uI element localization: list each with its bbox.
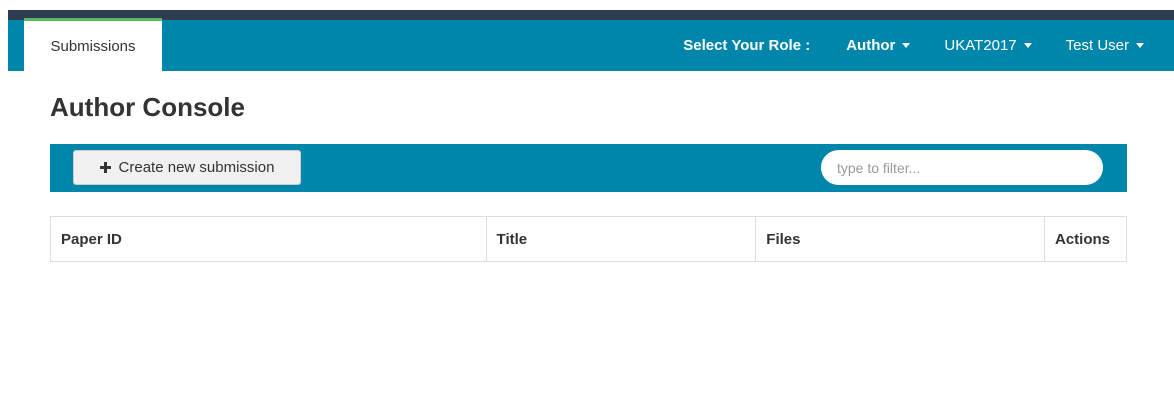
column-header-paper-id[interactable]: Paper ID [50, 216, 487, 262]
page: Submissions Select Your Role : Author UK… [0, 0, 1174, 399]
caret-down-icon [1023, 43, 1032, 48]
navbar: Submissions Select Your Role : Author UK… [8, 18, 1174, 71]
top-strip [8, 10, 1174, 20]
table-header-row: Paper ID Title Files Actions [50, 216, 1127, 262]
conference-dropdown[interactable]: UKAT2017 [944, 37, 1032, 54]
plus-icon [99, 162, 111, 173]
navbar-right: Select Your Role : Author UKAT2017 Test … [683, 20, 1144, 71]
create-submission-button[interactable]: Create new submission [73, 150, 301, 185]
column-header-files[interactable]: Files [755, 216, 1045, 262]
caret-down-icon [1136, 43, 1144, 48]
role-dropdown[interactable]: Author [846, 37, 911, 54]
user-name: Test User [1065, 37, 1129, 54]
tab-submissions[interactable]: Submissions [24, 18, 162, 71]
page-title: Author Console [50, 92, 245, 122]
tab-submissions-label: Submissions [50, 37, 136, 55]
conference-value: UKAT2017 [944, 37, 1017, 54]
role-value: Author [846, 37, 896, 54]
column-header-actions[interactable]: Actions [1045, 217, 1127, 262]
user-dropdown[interactable]: Test User [1066, 37, 1144, 54]
filter-input[interactable] [821, 150, 1103, 185]
role-label: Select Your Role : [683, 37, 811, 54]
toolbar: Create new submission [50, 144, 1127, 192]
submissions-table: Paper ID Title Files Actions [50, 216, 1127, 262]
column-header-title[interactable]: Title [486, 216, 757, 262]
create-submission-label: Create new submission [118, 159, 275, 176]
caret-down-icon [902, 43, 911, 48]
